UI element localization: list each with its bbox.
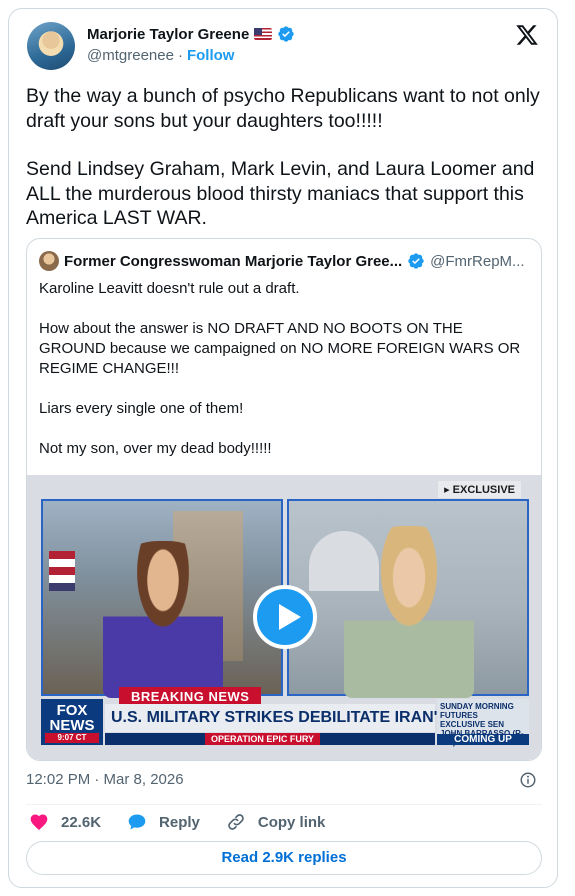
author-handle-row: @mtgreenee · Follow — [87, 47, 234, 64]
broadcast-clock: 9:07 CT — [45, 733, 99, 743]
network-line1: FOX — [56, 702, 88, 719]
divider — [26, 804, 542, 805]
quoted-author-name: Former Congresswoman Marjorie Taylor Gre… — [64, 252, 403, 270]
us-flag-icon — [254, 28, 273, 40]
fox-news-logo: FOX NEWS 9:07 CT — [41, 699, 103, 745]
quoted-paragraph: Not my son, over my dead body!!!!! — [39, 440, 272, 457]
author-handle[interactable]: @mtgreenee — [87, 47, 174, 64]
heart-icon — [30, 814, 48, 830]
like-count: 22.6K — [61, 813, 102, 831]
author-name[interactable]: Marjorie Taylor Greene — [87, 26, 249, 43]
quoted-avatar — [39, 251, 59, 271]
lower-third: BREAKING NEWS FOX NEWS 9:07 CT U.S. MILI… — [41, 687, 529, 747]
tweet-card: Marjorie Taylor Greene @mtgreenee · Foll… — [8, 8, 558, 888]
quoted-text: Karoline Leavitt doesn't rule out a draf… — [39, 279, 529, 459]
tweet-text: By the way a bunch of psycho Republicans… — [26, 84, 546, 231]
video-player[interactable]: ▸ EXCLUSIVE BREAKING NEWS FOX NEWS 9:07 … — [27, 475, 541, 760]
quoted-header: Former Congresswoman Marjorie Taylor Gre… — [39, 251, 525, 271]
author-avatar[interactable] — [27, 22, 75, 70]
quoted-paragraph: How about the answer is NO DRAFT AND NO … — [39, 320, 521, 377]
quoted-author-handle: @FmrRepM... — [430, 252, 525, 270]
operation-bar: OPERATION EPIC FURY — [105, 733, 435, 745]
copy-link-label: Copy link — [257, 813, 326, 831]
link-icon — [228, 814, 244, 830]
promo-coming-up: COMING UP — [437, 734, 529, 745]
headline-chyron: U.S. MILITARY STRIKES DEBILITATE IRAN'S … — [105, 704, 516, 732]
anchor-figure — [103, 541, 223, 698]
info-icon[interactable] — [519, 771, 537, 789]
exclusive-tag: ▸ EXCLUSIVE — [438, 481, 521, 498]
network-line2: NEWS — [49, 717, 95, 734]
copy-link-button[interactable]: Copy link — [226, 812, 326, 832]
reply-bubble-icon — [128, 814, 146, 830]
guest-figure — [344, 526, 474, 698]
like-button[interactable]: 22.6K — [29, 812, 101, 832]
operation-label: OPERATION EPIC FURY — [205, 733, 321, 745]
promo-box: SUNDAY MORNING FUTURES EXCLUSIVE SEN JOH… — [437, 699, 529, 747]
reply-button[interactable]: Reply — [127, 812, 200, 832]
x-logo-icon[interactable] — [515, 23, 539, 47]
verified-badge-icon — [408, 253, 424, 269]
follow-button[interactable]: Follow — [187, 47, 235, 64]
quoted-tweet[interactable]: Former Congresswoman Marjorie Taylor Gre… — [26, 238, 542, 761]
quoted-paragraph: Liars every single one of them! — [39, 400, 244, 417]
handle-separator: · — [177, 47, 183, 64]
quoted-paragraph: Karoline Leavitt doesn't rule out a draf… — [39, 280, 300, 297]
background-flag — [49, 551, 75, 591]
play-button-icon[interactable] — [253, 585, 317, 649]
action-bar: 22.6K Reply Copy link — [29, 812, 325, 832]
video-frame-left — [41, 499, 283, 698]
promo-title: SUNDAY MORNING FUTURES — [440, 702, 514, 720]
tweet-timestamp[interactable]: 12:02 PM · Mar 8, 2026 — [26, 771, 184, 788]
video-frame-right — [287, 499, 529, 698]
tweet-paragraph: Send Lindsey Graham, Mark Levin, and Lau… — [26, 158, 539, 229]
tweet-paragraph: By the way a bunch of psycho Republicans… — [26, 85, 546, 132]
reply-label: Reply — [159, 813, 200, 831]
author-name-row: Marjorie Taylor Greene — [87, 25, 295, 43]
verified-badge-icon — [278, 26, 294, 42]
read-replies-button[interactable]: Read 2.9K replies — [26, 841, 542, 875]
